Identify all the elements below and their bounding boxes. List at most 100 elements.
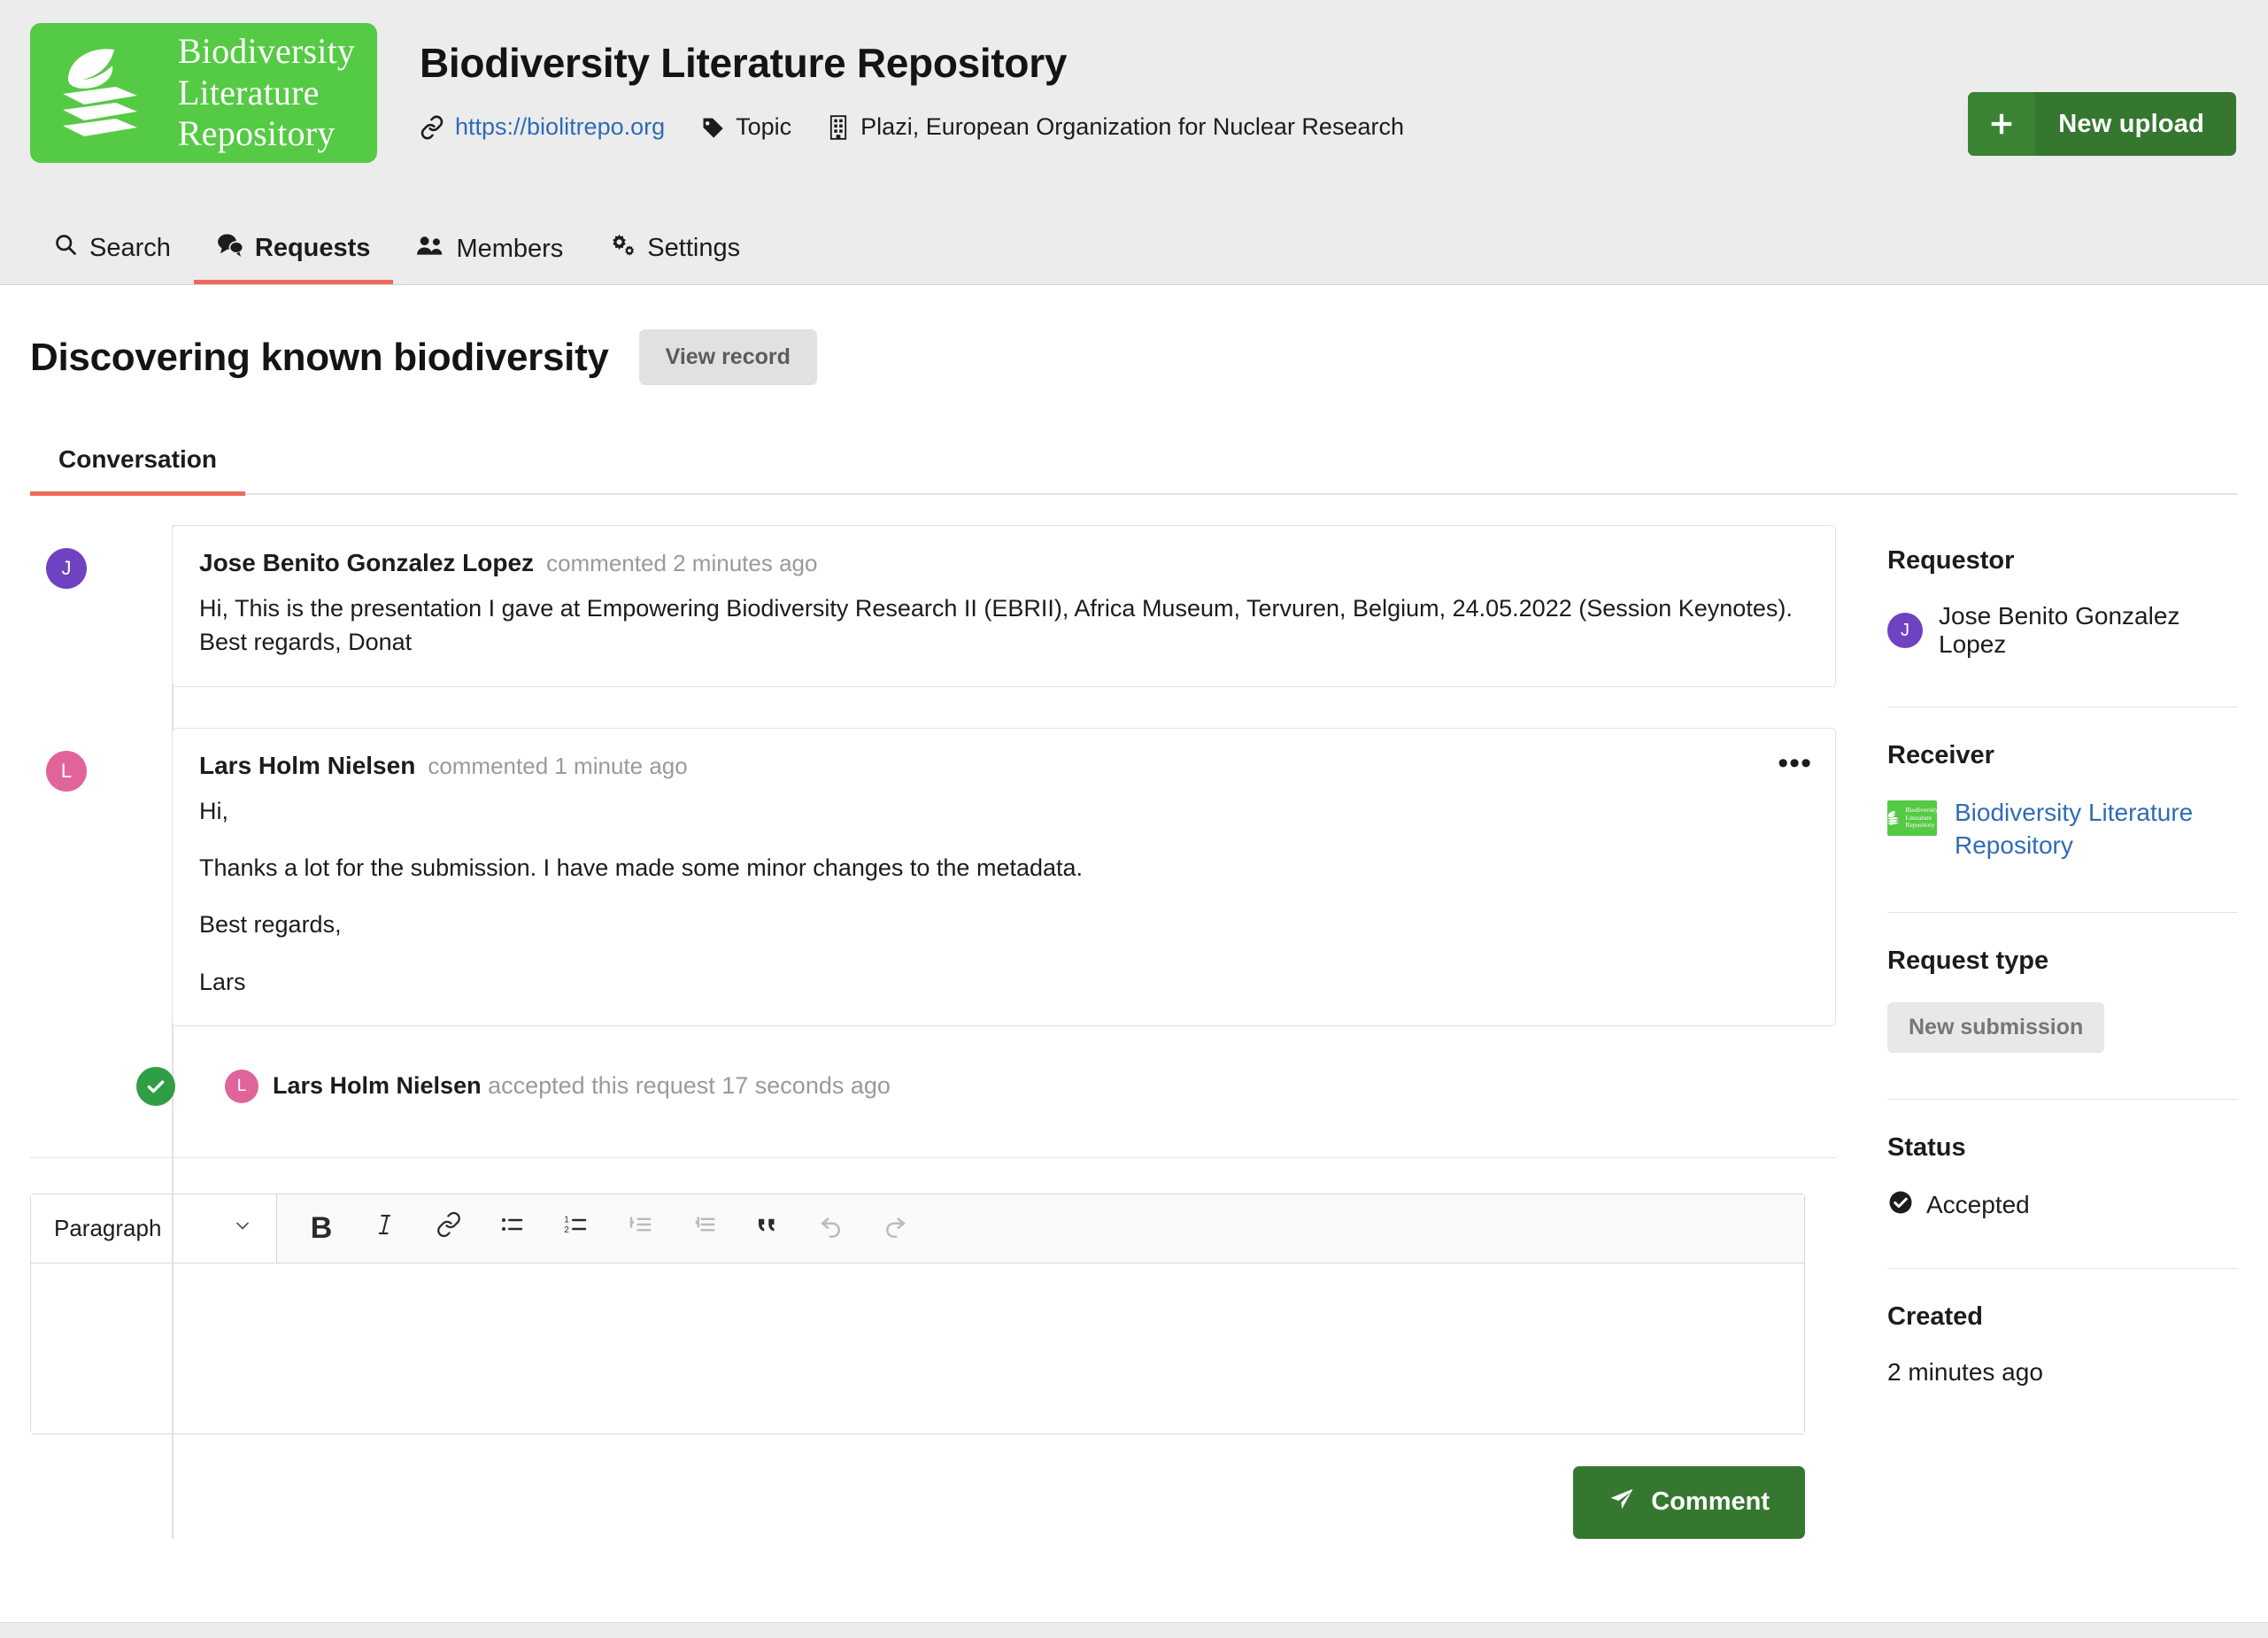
nav-item-search[interactable]: Search [30,218,194,284]
comment-rail: J [30,525,131,687]
indent-button[interactable] [617,1205,663,1251]
plus-icon [1968,92,2036,156]
created-value: 2 minutes ago [1887,1357,2043,1386]
status-event-actor: Lars Holm Nielsen [273,1072,482,1100]
comment-editor: Paragraph B 1 2 [30,1193,1805,1434]
chevron-down-icon [232,1215,253,1242]
nav-item-members[interactable]: Members [393,220,586,284]
bullet-list-button[interactable] [490,1205,536,1251]
avatar: L [225,1069,258,1103]
link-button[interactable] [426,1205,472,1251]
comment-input[interactable] [31,1263,1804,1433]
italic-icon [372,1211,398,1245]
comment-author: Jose Benito Gonzalez Lopez [199,549,535,576]
request-title: Discovering known biodiversity [30,335,609,379]
bold-button[interactable]: B [298,1205,344,1251]
tab-conversation[interactable]: Conversation [30,437,245,496]
numbered-list-button[interactable]: 1 2 [553,1205,599,1251]
users-icon [416,234,444,264]
status-title: Status [1887,1132,1966,1162]
request-page: Discovering known biodiversity View reco… [0,285,2268,1539]
undo-icon [818,1211,845,1245]
community-logo[interactable]: Biodiversity Literature Repository [30,23,377,163]
sidebar-section-receiver: Receiver Biodiversity Literature Reposit… [1887,707,2238,912]
receiver-entry: Biodiversity Literature Repository Biodi… [1887,797,2238,862]
comment-options-menu[interactable]: ••• [1778,748,1812,778]
undo-button[interactable] [808,1205,854,1251]
receiver-logo: Biodiversity Literature Repository [1887,800,1939,836]
avatar: J [46,548,87,589]
svg-text:1: 1 [564,1216,569,1225]
view-record-button[interactable]: View record [638,329,817,385]
link-icon [436,1211,462,1245]
comment-author: Lars Holm Nielsen [199,751,416,779]
bold-icon: B [310,1210,333,1245]
blockquote-button[interactable] [744,1205,791,1251]
comment-timestamp: commented 2 minutes ago [546,550,818,576]
comment-timestamp: commented 1 minute ago [428,752,688,779]
submit-comment-label: Comment [1651,1487,1770,1517]
created-title: Created [1887,1302,1983,1331]
requestor-name: Jose Benito Gonzalez Lopez [1939,602,2180,658]
organization-label: Plazi, European Organization for Nuclear… [860,113,1404,140]
comment-paragraph: Hi, This is the presentation I gave at E… [199,595,1793,622]
timeline-comment: L ••• Lars Holm Nielsen commented 1 minu… [30,727,1836,1026]
status-badge: Accepted [1887,1189,2238,1222]
site-header: Biodiversity Literature Repository Biodi… [0,0,2268,285]
logo-word-3: Repository [177,113,336,154]
avatar: J [1887,613,1923,648]
topic-label: Topic [736,113,792,140]
request-sidebar: Requestor J Jose Benito Gonzalez Lopez R… [1836,525,2238,1539]
sidebar-section-status: Status Accepted [1887,1098,2238,1268]
comment-header: Jose Benito Gonzalez Lopez commented 2 m… [173,526,1835,577]
leaf-stack-icon [62,49,137,136]
logo-wordmark: Biodiversity Literature Repository [178,31,355,154]
paper-plane-icon [1608,1486,1635,1519]
avatar: L [46,750,87,792]
format-select[interactable]: Paragraph [31,1194,277,1263]
indent-icon [627,1211,653,1245]
timeline-divider [30,1156,1836,1158]
receiver-link[interactable]: Biodiversity Literature Repository [1955,797,2238,862]
comment-paragraph: Thanks a lot for the submission. I have … [199,854,1084,881]
svg-text:2: 2 [564,1225,569,1235]
editor-footer: Comment [30,1434,1805,1539]
logo-word-2: Literature [177,72,320,112]
request-tabs: Conversation [30,437,2238,496]
comments-icon [217,232,244,264]
outdent-icon [690,1211,717,1245]
format-select-value: Paragraph [54,1214,162,1241]
tag-icon [700,115,725,140]
outdent-button[interactable] [681,1205,727,1251]
check-circle-icon [136,1066,175,1106]
redo-button[interactable] [872,1205,918,1251]
italic-button[interactable] [362,1205,408,1251]
comment-body: Hi, Thanks a lot for the submission. I h… [173,780,1835,1025]
building-icon [827,114,850,140]
submit-comment-button[interactable]: Comment [1573,1465,1805,1539]
requestor-title: Requestor [1887,546,2015,575]
new-upload-button[interactable]: New upload [1968,92,2236,156]
numbered-list-icon: 1 2 [563,1211,590,1245]
page-title: Biodiversity Literature Repository [420,40,1068,86]
link-icon [420,115,444,140]
leaf-stack-icon [1887,811,1900,825]
nav-item-settings[interactable]: Settings [586,218,763,284]
header-text: Biodiversity Literature Repository https… [420,23,2238,141]
receiver-logo-wordmark: Biodiversity Literature Repository [1905,806,1938,830]
request-header: Discovering known biodiversity View reco… [30,329,2238,385]
editor-tool-group: B 1 2 [277,1205,918,1251]
bullet-list-icon [499,1211,526,1245]
comment-body: Hi, This is the presentation I gave at E… [173,577,1835,686]
nav-item-requests[interactable]: Requests [193,218,394,284]
comment-paragraph: Hi, [199,797,228,824]
comment-card: Jose Benito Gonzalez Lopez commented 2 m… [172,525,1836,687]
sidebar-section-requestor: Requestor J Jose Benito Gonzalez Lopez [1887,546,2238,707]
cogs-icon [609,232,636,264]
check-circle-icon [1887,1189,1914,1222]
timeline-status-event: L Lars Holm Nielsen accepted this reques… [30,1066,1836,1106]
website-link[interactable]: https://biolitrepo.org [455,113,665,141]
request-type-title: Request type [1887,946,2049,975]
website-meta[interactable]: https://biolitrepo.org [420,113,665,141]
nav-label-requests: Requests [254,233,371,262]
